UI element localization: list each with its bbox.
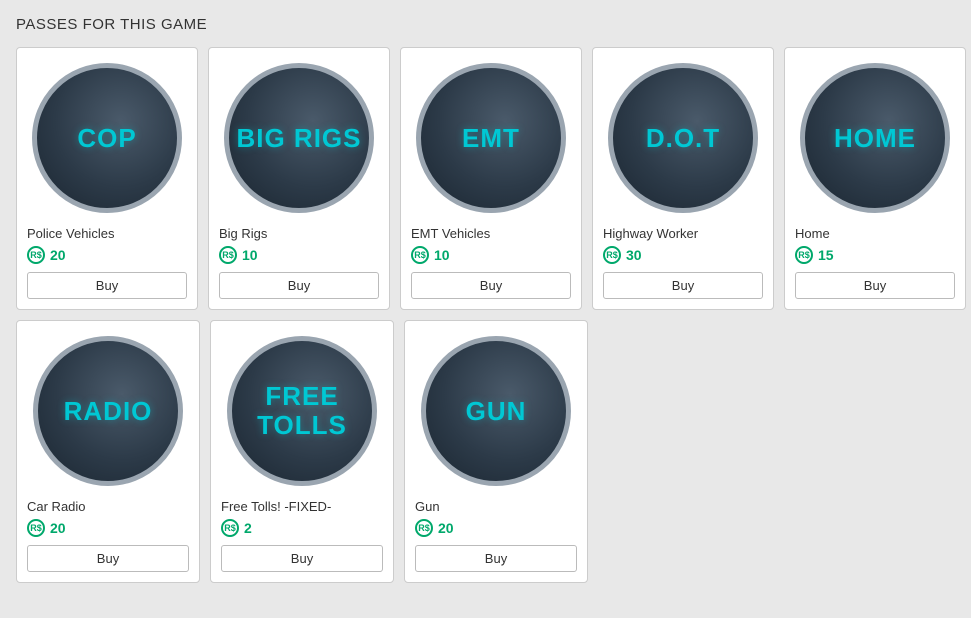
price-value-free-tolls: 2: [244, 520, 252, 536]
pass-icon-wrap-gun: GUN: [416, 331, 576, 491]
pass-icon-circle-emt: EMT: [416, 63, 566, 213]
buy-button-big-rigs[interactable]: Buy: [219, 272, 379, 299]
pass-price-cop: R$ 20: [27, 246, 66, 264]
pass-icon-circle-radio: RADIO: [33, 336, 183, 486]
pass-icon-wrap-dot: D.O.T: [603, 58, 763, 218]
pass-icon-text-free-tolls: FREE TOLLS: [232, 382, 372, 439]
pass-icon-wrap-radio: RADIO: [28, 331, 188, 491]
pass-price-free-tolls: R$ 2: [221, 519, 252, 537]
pass-icon-wrap-home: HOME: [795, 58, 955, 218]
pass-icon-wrap-cop: COP: [27, 58, 187, 218]
buy-button-gun[interactable]: Buy: [415, 545, 577, 572]
pass-name-cop: Police Vehicles: [27, 226, 114, 241]
robux-icon-dot: R$: [603, 246, 621, 264]
pass-card-dot: D.O.T Highway Worker R$ 30 Buy: [592, 47, 774, 310]
pass-name-emt: EMT Vehicles: [411, 226, 490, 241]
pass-icon-text-dot: D.O.T: [646, 124, 720, 153]
buy-button-emt[interactable]: Buy: [411, 272, 571, 299]
robux-icon-emt: R$: [411, 246, 429, 264]
pass-card-emt: EMT EMT Vehicles R$ 10 Buy: [400, 47, 582, 310]
price-value-emt: 10: [434, 247, 450, 263]
buy-button-free-tolls[interactable]: Buy: [221, 545, 383, 572]
robux-icon-big-rigs: R$: [219, 246, 237, 264]
pass-icon-circle-big-rigs: BIG RIGS: [224, 63, 374, 213]
pass-icon-circle-gun: GUN: [421, 336, 571, 486]
price-value-cop: 20: [50, 247, 66, 263]
pass-name-big-rigs: Big Rigs: [219, 226, 267, 241]
robux-icon-gun: R$: [415, 519, 433, 537]
buy-button-dot[interactable]: Buy: [603, 272, 763, 299]
pass-icon-text-radio: RADIO: [64, 397, 153, 426]
buy-button-cop[interactable]: Buy: [27, 272, 187, 299]
pass-name-dot: Highway Worker: [603, 226, 698, 241]
pass-price-emt: R$ 10: [411, 246, 450, 264]
passes-row-2: RADIO Car Radio R$ 20 Buy FREE TOLLS Free Toll…: [16, 320, 955, 583]
pass-icon-text-cop: COP: [77, 124, 136, 153]
pass-card-home: HOME Home R$ 15 Buy: [784, 47, 966, 310]
buy-button-radio[interactable]: Buy: [27, 545, 189, 572]
pass-icon-circle-cop: COP: [32, 63, 182, 213]
passes-row-1: COP Police Vehicles R$ 20 Buy BIG RIGS Big Rig…: [16, 47, 955, 310]
pass-name-radio: Car Radio: [27, 499, 86, 514]
pass-price-radio: R$ 20: [27, 519, 66, 537]
robux-icon-home: R$: [795, 246, 813, 264]
pass-icon-wrap-big-rigs: BIG RIGS: [219, 58, 379, 218]
passes-container: COP Police Vehicles R$ 20 Buy BIG RIGS Big Rig…: [16, 47, 955, 583]
pass-name-gun: Gun: [415, 499, 440, 514]
price-value-big-rigs: 10: [242, 247, 258, 263]
pass-card-radio: RADIO Car Radio R$ 20 Buy: [16, 320, 200, 583]
pass-price-home: R$ 15: [795, 246, 834, 264]
pass-card-big-rigs: BIG RIGS Big Rigs R$ 10 Buy: [208, 47, 390, 310]
pass-icon-circle-home: HOME: [800, 63, 950, 213]
price-value-dot: 30: [626, 247, 642, 263]
price-value-gun: 20: [438, 520, 454, 536]
robux-icon-cop: R$: [27, 246, 45, 264]
pass-icon-wrap-free-tolls: FREE TOLLS: [222, 331, 382, 491]
pass-name-home: Home: [795, 226, 830, 241]
buy-button-home[interactable]: Buy: [795, 272, 955, 299]
pass-icon-circle-dot: D.O.T: [608, 63, 758, 213]
pass-card-free-tolls: FREE TOLLS Free Tolls! -FIXED- R$ 2 Buy: [210, 320, 394, 583]
pass-icon-circle-free-tolls: FREE TOLLS: [227, 336, 377, 486]
pass-price-gun: R$ 20: [415, 519, 454, 537]
price-value-radio: 20: [50, 520, 66, 536]
pass-price-dot: R$ 30: [603, 246, 642, 264]
pass-name-free-tolls: Free Tolls! -FIXED-: [221, 499, 331, 514]
pass-card-gun: GUN Gun R$ 20 Buy: [404, 320, 588, 583]
pass-card-cop: COP Police Vehicles R$ 20 Buy: [16, 47, 198, 310]
price-value-home: 15: [818, 247, 834, 263]
pass-icon-wrap-emt: EMT: [411, 58, 571, 218]
robux-icon-free-tolls: R$: [221, 519, 239, 537]
pass-icon-text-gun: GUN: [466, 397, 527, 426]
pass-icon-text-emt: EMT: [462, 124, 520, 153]
pass-icon-text-home: HOME: [834, 124, 916, 153]
pass-price-big-rigs: R$ 10: [219, 246, 258, 264]
page-title: PASSES FOR THIS GAME: [16, 16, 955, 33]
robux-icon-radio: R$: [27, 519, 45, 537]
pass-icon-text-big-rigs: BIG RIGS: [236, 124, 361, 153]
